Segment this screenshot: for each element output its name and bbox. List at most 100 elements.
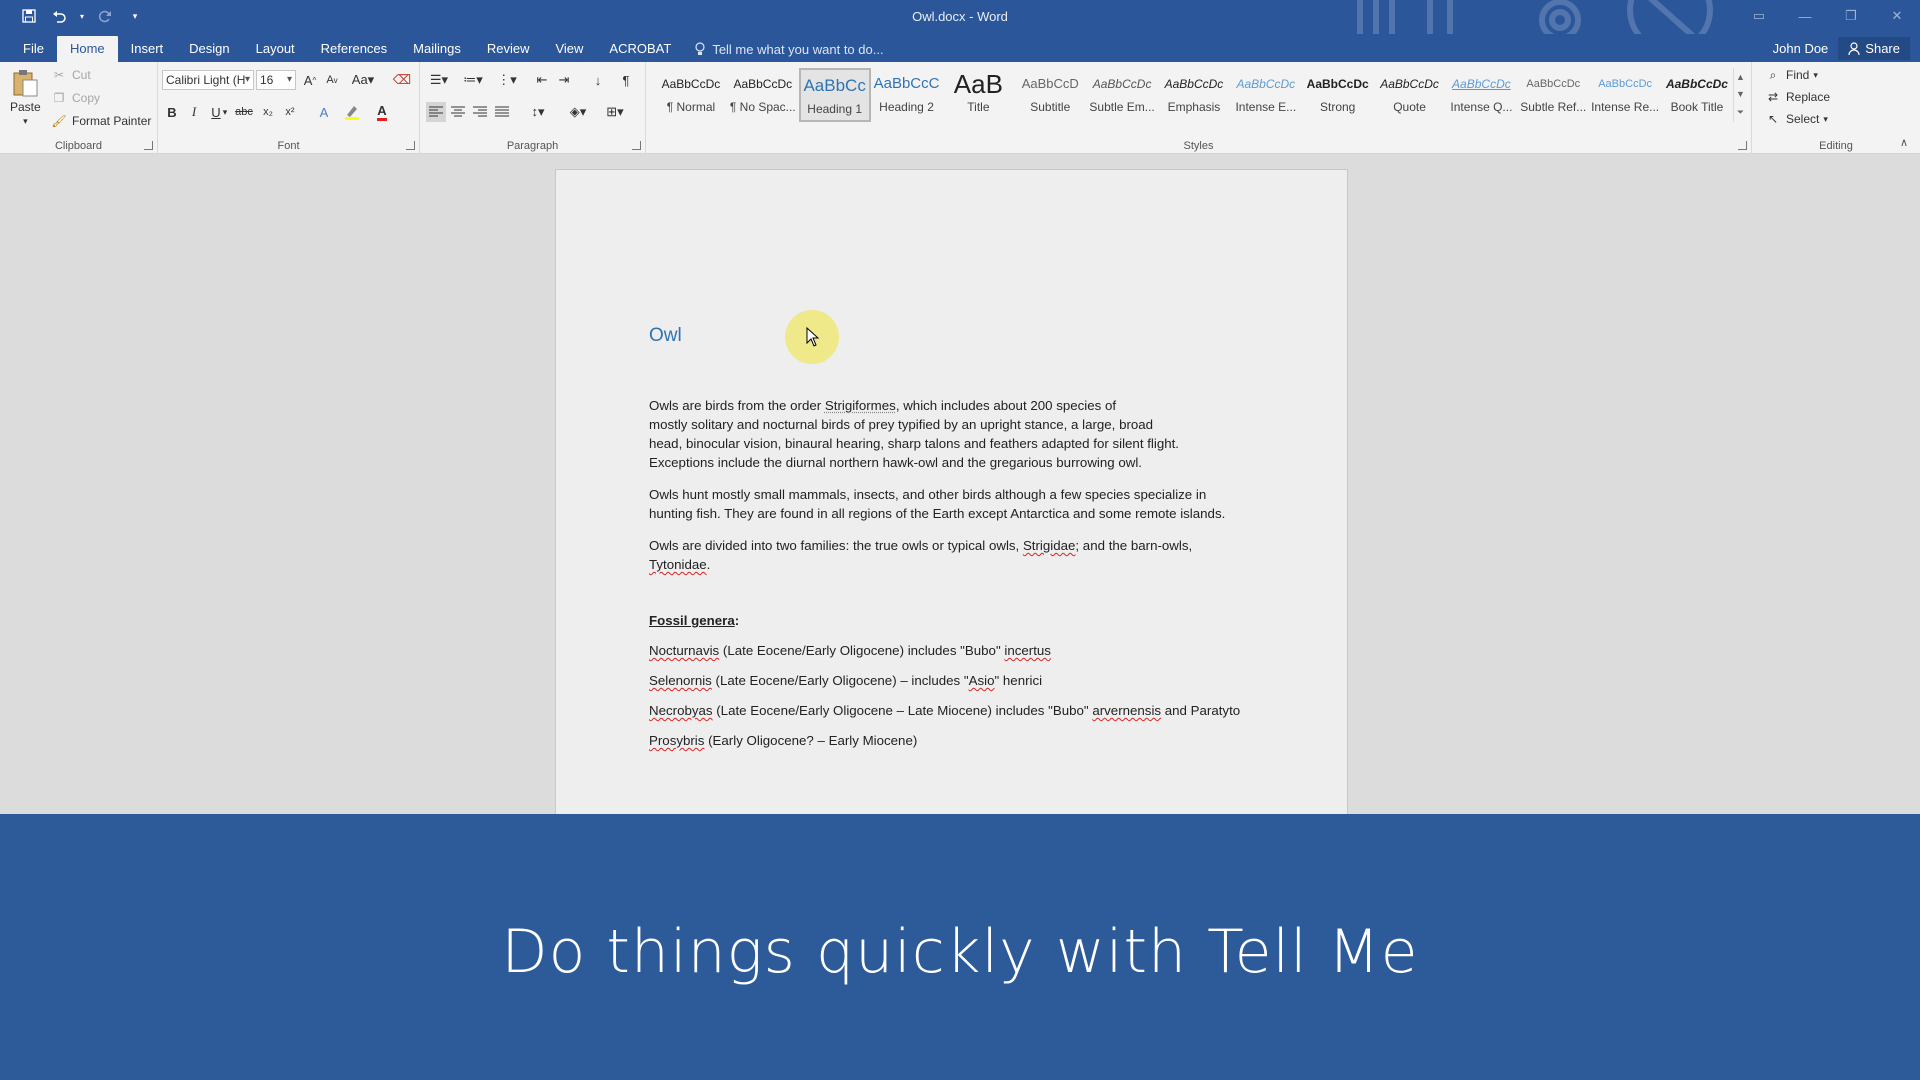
style-preview: AaBbCcDc — [733, 77, 793, 91]
styles-group-label: Styles — [1183, 140, 1214, 152]
minimize-button[interactable]: — — [1782, 0, 1828, 32]
style-subtle-reference[interactable]: AaBbCcDc Subtle Ref... — [1517, 68, 1589, 122]
style-intense-quote[interactable]: AaBbCcDc Intense Q... — [1445, 68, 1517, 122]
style-name: Subtitle — [1030, 100, 1071, 114]
fossil-entry[interactable]: Selenornis (Late Eocene/Early Oligocene)… — [649, 671, 1269, 690]
tab-acrobat[interactable]: ACROBAT — [596, 36, 684, 62]
document-page[interactable]: Owl Owls are birds from the order Strigi… — [555, 169, 1348, 829]
text-line: mostly solitary and nocturnal birds of p… — [649, 417, 1154, 432]
style-quote[interactable]: AaBbCcDc Quote — [1374, 68, 1446, 122]
show-formatting-marks-button[interactable]: ¶ — [616, 70, 636, 90]
close-button[interactable]: ✕ — [1874, 0, 1920, 32]
style-intense-reference[interactable]: AaBbCcDc Intense Re... — [1589, 68, 1661, 122]
gallery-up-button[interactable]: ▲ — [1736, 72, 1745, 82]
increase-indent-button[interactable]: ⇥ — [554, 70, 574, 90]
grow-font-button[interactable]: A ^ — [300, 70, 320, 90]
gallery-down-button[interactable]: ▼ — [1736, 89, 1745, 99]
style-gallery: AaBbCcDc ¶ Normal AaBbCcDc ¶ No Spac... … — [655, 68, 1733, 122]
document-heading[interactable]: Owl — [649, 325, 682, 347]
font-family-combo[interactable]: Calibri Light (H — [162, 70, 254, 90]
fossil-entry[interactable]: Necrobyas (Late Eocene/Early Oligocene –… — [649, 701, 1289, 720]
bold-button[interactable]: B — [162, 102, 182, 122]
find-button[interactable]: ⌕ Find ▾ — [1764, 66, 1818, 84]
text-effects-button[interactable]: A — [314, 102, 334, 122]
superscript-button[interactable]: x² — [280, 102, 300, 122]
collapse-ribbon-button[interactable]: ∧ — [1900, 136, 1908, 149]
select-button[interactable]: ↖ Select ▾ — [1764, 110, 1828, 128]
font-color-button[interactable]: A — [372, 102, 392, 122]
tab-home[interactable]: Home — [56, 36, 118, 62]
maximize-button[interactable]: ❐ — [1828, 0, 1874, 32]
style-preview: AaBbCcD — [1021, 76, 1079, 91]
style-intense-emphasis[interactable]: AaBbCcDc Intense E... — [1230, 68, 1302, 122]
replace-button[interactable]: ⇄ Replace — [1764, 88, 1830, 106]
paragraph-3[interactable]: Owls are divided into two families: the … — [649, 536, 1269, 574]
align-right-button[interactable] — [470, 102, 490, 122]
copy-button[interactable]: ❐ Copy — [50, 89, 100, 107]
italic-button[interactable]: I — [184, 102, 204, 122]
style-heading-1[interactable]: AaBbCc Heading 1 — [798, 68, 871, 122]
tab-references[interactable]: References — [308, 36, 400, 62]
fossil-entry[interactable]: Nocturnavis (Late Eocene/Early Oligocene… — [649, 641, 1269, 660]
style-book-title[interactable]: AaBbCcDc Book Title — [1661, 68, 1733, 122]
text-line: Owls hunt mostly small mammals, insects,… — [649, 487, 1207, 502]
style-heading-2[interactable]: AaBbCcC Heading 2 — [871, 68, 943, 122]
style-name: Title — [967, 100, 990, 114]
paragraph-2[interactable]: Owls hunt mostly small mammals, insects,… — [649, 485, 1269, 523]
ribbon-display-options-button[interactable]: ▭ — [1736, 0, 1782, 32]
font-dialog-launcher[interactable] — [406, 141, 415, 150]
cut-button[interactable]: ✂ Cut — [50, 66, 91, 84]
underline-dropdown[interactable]: ▾ — [220, 102, 230, 122]
paragraph-1[interactable]: Owls are birds from the order Strigiform… — [649, 396, 1269, 472]
user-name[interactable]: John Doe — [1773, 41, 1829, 56]
sort-button[interactable]: ↓ — [588, 70, 608, 90]
tab-view[interactable]: View — [542, 36, 596, 62]
tab-insert[interactable]: Insert — [118, 36, 177, 62]
style-normal[interactable]: AaBbCcDc ¶ Normal — [655, 68, 727, 122]
style-preview: AaBbCcDc — [1526, 78, 1581, 90]
subscript-button[interactable]: x₂ — [258, 102, 278, 122]
tab-design[interactable]: Design — [176, 36, 242, 62]
tab-review[interactable]: Review — [474, 36, 543, 62]
highlight-color-button[interactable] — [342, 102, 362, 122]
style-subtitle[interactable]: AaBbCcD Subtitle — [1014, 68, 1086, 122]
numbering-button[interactable]: ≔▾ — [460, 70, 486, 90]
change-case-button[interactable]: Aa▾ — [348, 70, 378, 90]
tab-layout[interactable]: Layout — [243, 36, 308, 62]
shrink-font-button[interactable]: Av — [322, 70, 342, 90]
borders-button[interactable]: ⊞▾ — [600, 102, 630, 122]
style-no-spacing[interactable]: AaBbCcDc ¶ No Spac... — [727, 68, 799, 122]
style-strong[interactable]: AaBbCcDc Strong — [1302, 68, 1374, 122]
share-button[interactable]: Share — [1838, 36, 1910, 60]
paintbrush-icon: 🖌 — [51, 114, 67, 128]
gallery-more-button[interactable]: ⏷ — [1737, 107, 1744, 118]
styles-dialog-launcher[interactable] — [1738, 141, 1747, 150]
clear-formatting-button[interactable]: ⌫ — [392, 70, 412, 90]
strikethrough-button[interactable]: abc — [234, 102, 254, 122]
fossil-entry[interactable]: Prosybris (Early Oligocene? – Early Mioc… — [649, 731, 1269, 750]
clipboard-dialog-launcher[interactable] — [144, 141, 153, 150]
align-center-button[interactable] — [448, 102, 468, 122]
tab-mailings[interactable]: Mailings — [400, 36, 474, 62]
align-left-button[interactable] — [426, 102, 446, 122]
line-spacing-button[interactable]: ↕▾ — [524, 102, 552, 122]
paste-button[interactable]: Paste ▾ — [10, 68, 41, 127]
replace-label: Replace — [1786, 90, 1831, 104]
style-name: Heading 2 — [879, 100, 934, 114]
style-subtle-emphasis[interactable]: AaBbCcDc Subtle Em... — [1086, 68, 1158, 122]
justify-button[interactable] — [492, 102, 512, 122]
shading-button[interactable]: ◈▾ — [564, 102, 592, 122]
bullets-button[interactable]: ☰▾ — [426, 70, 452, 90]
style-emphasis[interactable]: AaBbCcDc Emphasis — [1158, 68, 1230, 122]
style-title[interactable]: AaB Title — [942, 68, 1014, 122]
style-preview: AaBbCcDc — [1598, 78, 1653, 90]
multilevel-list-button[interactable]: ⋮▾ — [494, 70, 520, 90]
tab-file[interactable]: File — [10, 36, 57, 62]
format-painter-button[interactable]: 🖌 Format Painter — [50, 112, 151, 130]
find-label: Find — [1786, 68, 1810, 82]
decrease-indent-button[interactable]: ⇤ — [532, 70, 552, 90]
paragraph-dialog-launcher[interactable] — [632, 141, 641, 150]
tell-me-box[interactable]: Tell me what you want to do... — [694, 36, 884, 62]
fossil-genera-heading[interactable]: Fossil genera: — [649, 611, 1269, 630]
font-size-combo[interactable]: 16 — [256, 70, 296, 90]
